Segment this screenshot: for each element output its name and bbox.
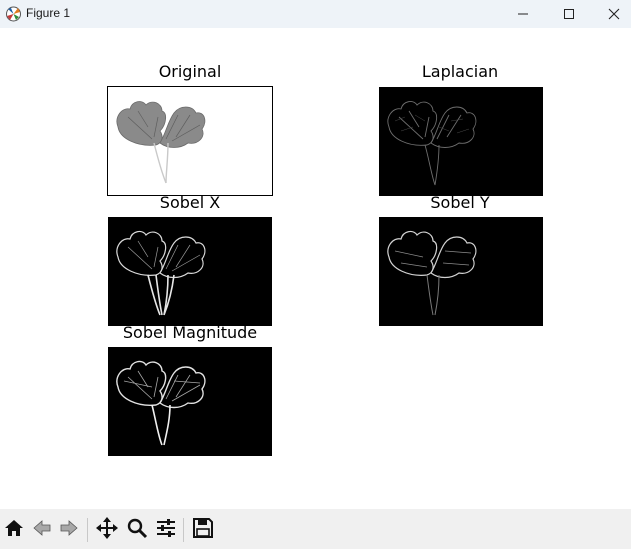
image-sobel-x <box>108 217 272 326</box>
image-original <box>107 86 273 196</box>
toolbar-separator <box>87 518 88 542</box>
configure-subplots-icon <box>155 517 177 543</box>
back-button[interactable] <box>29 517 55 543</box>
forward-button[interactable] <box>56 517 82 543</box>
pan-icon <box>95 516 119 544</box>
close-icon <box>608 5 620 24</box>
home-icon <box>3 517 25 543</box>
subplot-title-laplacian: Laplacian <box>421 62 499 81</box>
figure-canvas[interactable]: Original Laplacian Sobel X Sobel Y Sobel… <box>0 28 631 509</box>
maximize-icon <box>563 5 575 24</box>
subplot-title-original: Original <box>158 62 222 81</box>
window-title: Figure 1 <box>26 6 71 20</box>
pan-button[interactable] <box>94 517 120 543</box>
zoom-icon <box>126 517 148 543</box>
zoom-button[interactable] <box>124 517 150 543</box>
forward-icon <box>58 517 80 543</box>
image-laplacian <box>379 87 543 196</box>
configure-subplots-button[interactable] <box>153 517 179 543</box>
navigation-toolbar <box>0 509 631 549</box>
image-sobel-magnitude <box>108 347 272 456</box>
maximize-button[interactable] <box>546 0 592 28</box>
subplot-title-sobel-magnitude: Sobel Magnitude <box>122 323 258 342</box>
image-sobel-y <box>379 217 543 326</box>
save-icon <box>192 517 214 543</box>
figure-window: Figure 1 Original Laplacian Sobel X Sobe… <box>0 0 631 549</box>
title-bar[interactable]: Figure 1 <box>0 0 631 28</box>
back-icon <box>31 517 53 543</box>
subplot-title-sobel-y: Sobel Y <box>430 193 490 212</box>
home-button[interactable] <box>1 517 27 543</box>
toolbar-separator <box>183 518 184 542</box>
minimize-button[interactable] <box>500 0 546 28</box>
matplotlib-icon <box>5 5 22 22</box>
subplot-title-sobel-x: Sobel X <box>159 193 221 212</box>
minimize-icon <box>517 5 529 24</box>
close-button[interactable] <box>591 0 631 28</box>
save-button[interactable] <box>190 517 216 543</box>
